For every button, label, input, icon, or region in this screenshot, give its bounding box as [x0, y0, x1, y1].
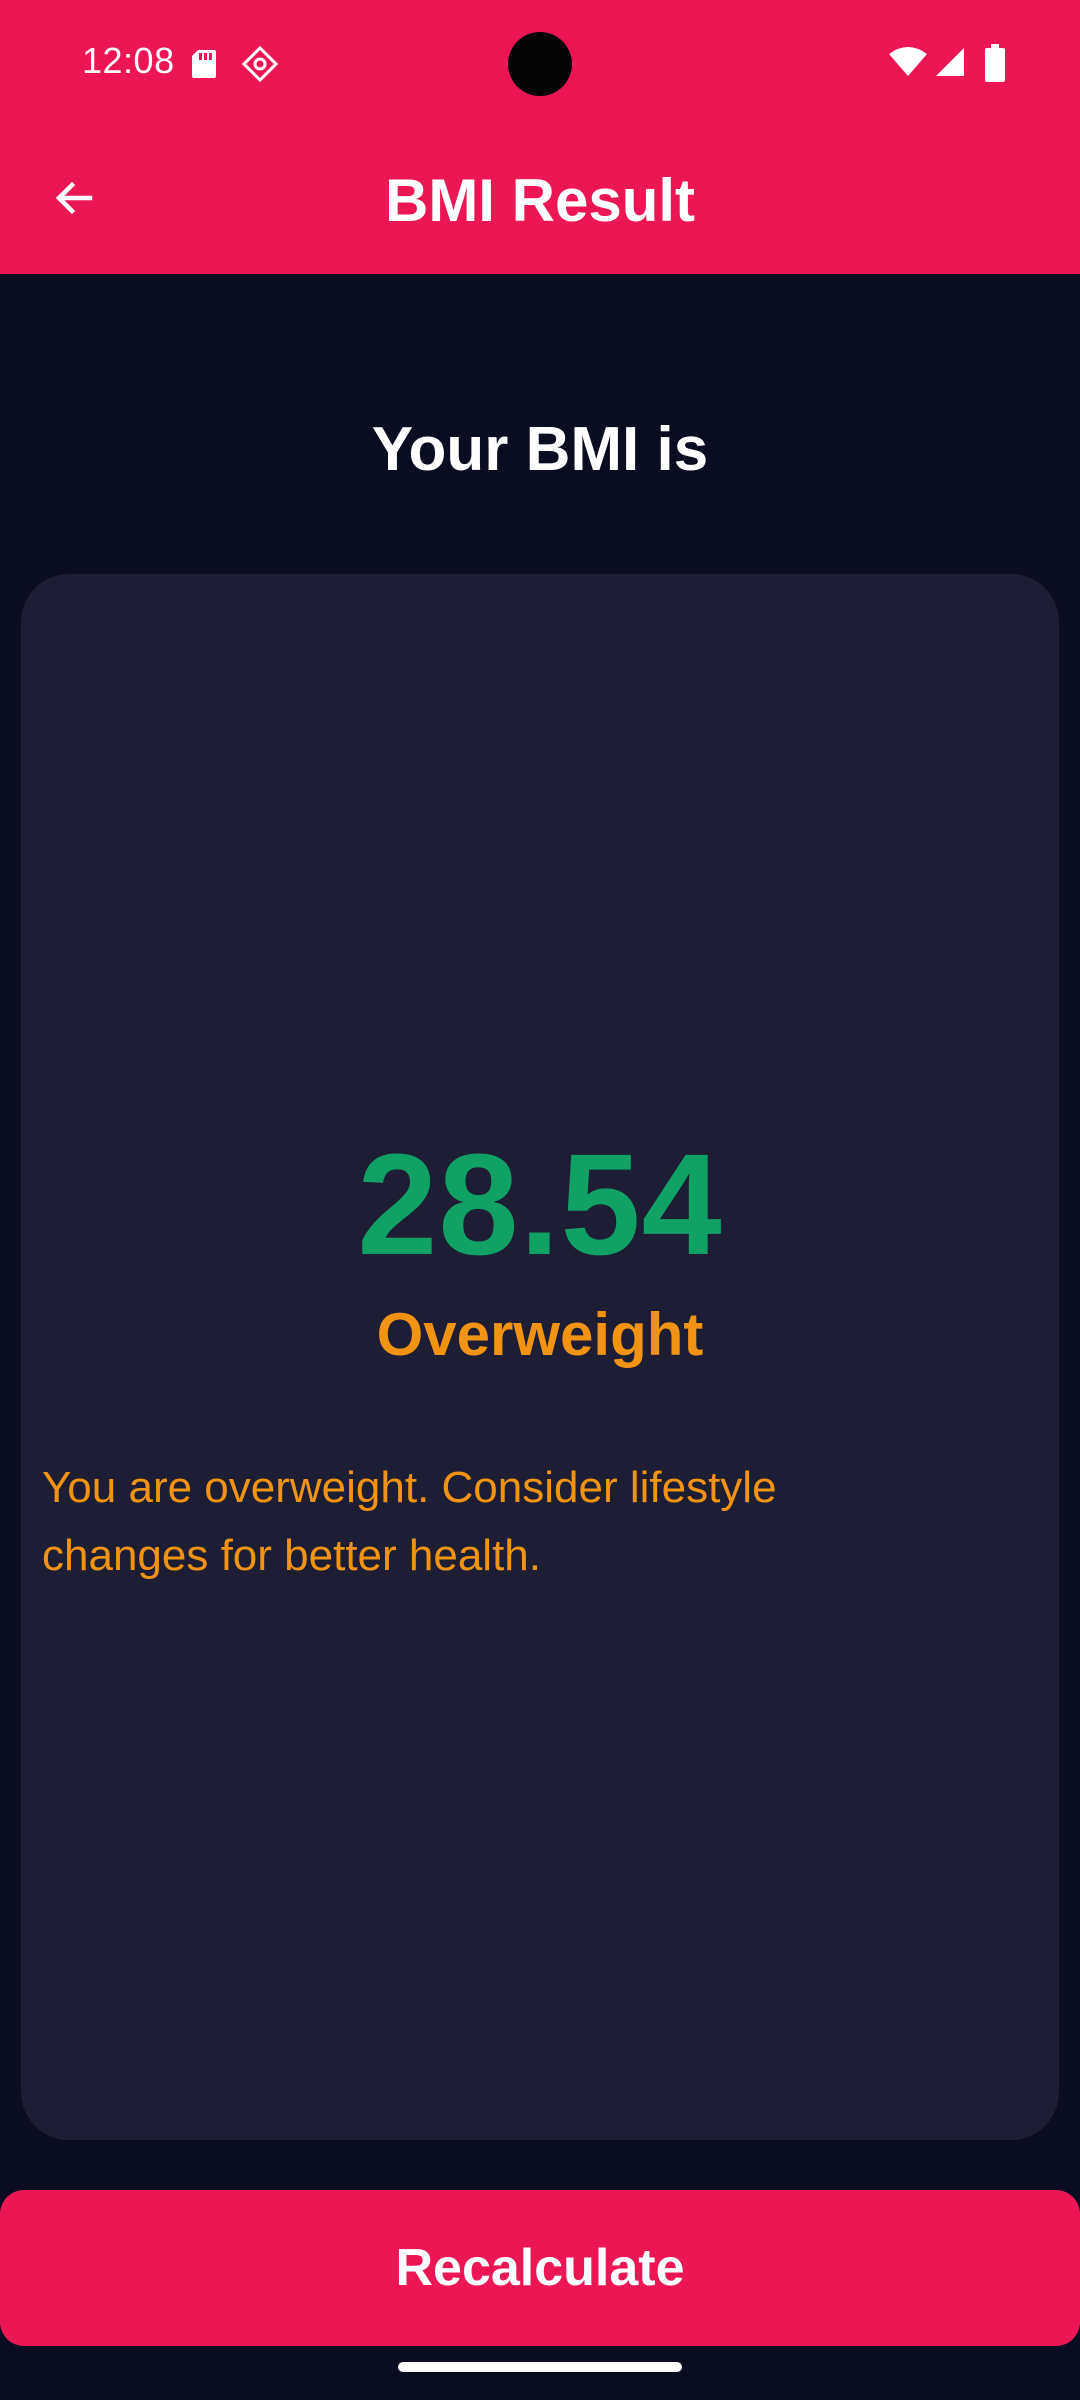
status-bar: 12:08 — [0, 0, 1080, 128]
gear-icon — [241, 45, 279, 83]
app-bar: BMI Result — [0, 128, 1080, 274]
page-title: BMI Result — [384, 167, 696, 234]
sd-card-icon — [190, 48, 218, 80]
status-time: 12:08 — [82, 40, 175, 81]
battery-icon — [984, 44, 1006, 82]
cell-signal-icon — [934, 46, 966, 78]
result-card: 28.54 Overweight You are overweight. Con… — [21, 574, 1059, 2140]
recalculate-label: Recalculate — [395, 2239, 685, 2297]
result-headline: Your BMI is — [371, 415, 709, 484]
camera-cutout — [508, 32, 572, 96]
wifi-icon — [888, 46, 928, 78]
bmi-category: Overweight — [376, 1301, 704, 1368]
bmi-advice: You are overweight. Consider lifestyle c… — [42, 1463, 777, 1580]
home-indicator[interactable] — [398, 2362, 682, 2372]
recalculate-button[interactable]: Recalculate — [0, 2190, 1080, 2346]
bmi-value: 28.54 — [357, 1124, 723, 1285]
